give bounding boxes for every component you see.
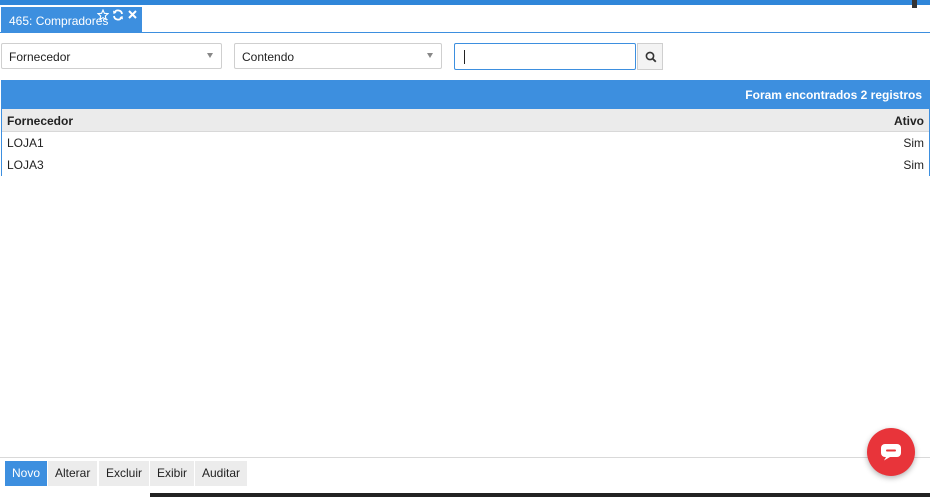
field-select-value: Fornecedor — [9, 50, 71, 64]
operator-select[interactable]: Contendo — [234, 43, 442, 69]
search-button[interactable] — [637, 43, 663, 70]
grid-header: Foram encontrados 2 registros — [2, 81, 929, 109]
operator-select-value: Contendo — [242, 50, 295, 64]
search-input[interactable] — [455, 44, 635, 69]
table-row[interactable]: LOJA1 Sim — [2, 132, 929, 155]
tab-title: 465: Compradores — [9, 14, 109, 28]
dropdown-caret-icon — [427, 53, 433, 58]
star-icon[interactable] — [97, 9, 109, 21]
corner-marker — [912, 0, 917, 8]
footer-divider — [0, 457, 930, 458]
record-count: Foram encontrados 2 registros — [745, 88, 922, 102]
cell-ativo: Sim — [903, 136, 924, 150]
refresh-icon[interactable] — [112, 9, 124, 21]
bottom-strip — [150, 493, 930, 497]
exibir-button[interactable]: Exibir — [150, 461, 195, 486]
column-headers: Fornecedor Ativo — [2, 109, 929, 132]
novo-button[interactable]: Novo — [5, 461, 48, 486]
field-select[interactable]: Fornecedor — [1, 43, 222, 69]
tab-compradores[interactable]: 465: Compradores — [1, 7, 142, 33]
auditar-button[interactable]: Auditar — [195, 461, 248, 486]
search-icon — [645, 51, 657, 63]
close-icon[interactable] — [127, 9, 138, 20]
alterar-button[interactable]: Alterar — [48, 461, 98, 486]
tab-underline — [0, 32, 930, 33]
text-cursor — [464, 50, 465, 64]
search-input-wrapper[interactable] — [454, 43, 636, 70]
results-grid: Foram encontrados 2 registros Fornecedor… — [1, 80, 930, 176]
cell-ativo: Sim — [903, 158, 924, 172]
cell-fornecedor: LOJA1 — [7, 136, 44, 150]
column-fornecedor[interactable]: Fornecedor — [7, 114, 73, 128]
top-accent-bar — [0, 0, 930, 5]
column-ativo[interactable]: Ativo — [894, 114, 924, 128]
table-row[interactable]: LOJA3 Sim — [2, 154, 929, 176]
chat-icon — [881, 444, 901, 461]
cell-fornecedor: LOJA3 — [7, 158, 44, 172]
chat-button[interactable] — [867, 428, 915, 476]
excluir-button[interactable]: Excluir — [99, 461, 150, 486]
dropdown-caret-icon — [207, 53, 213, 58]
